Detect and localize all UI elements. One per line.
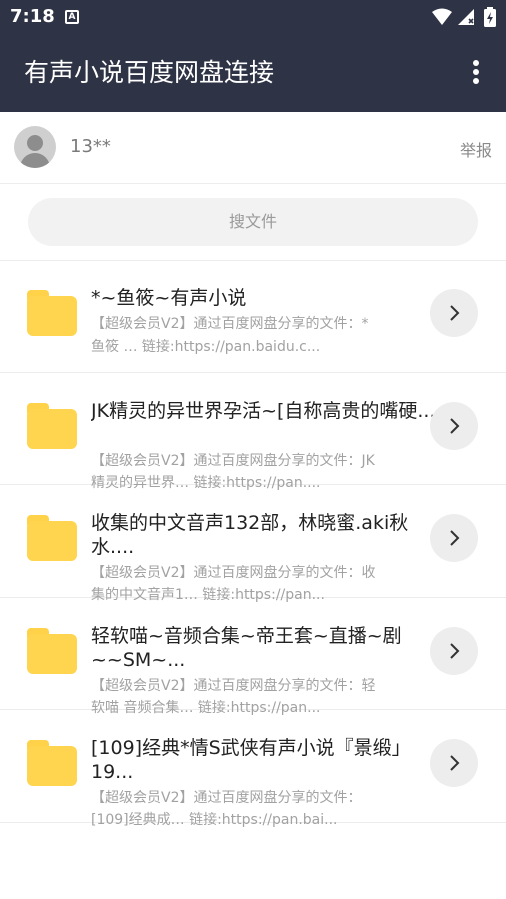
item-desc-line2: 鱼筱 … 链接:https://pan.baidu.c...	[91, 339, 321, 355]
app-screen: 7:18 A 有声小说百度网盘连接 13** 举报 搜文件 *~鱼筱~有声小说 …	[0, 0, 506, 899]
folder-icon	[27, 627, 77, 674]
list-item[interactable]: *~鱼筱~有声小说 【超级会员V2】通过百度网盘分享的文件：* 鱼筱 … 链接:…	[0, 260, 506, 373]
list-item[interactable]: JK精灵的异世界孕活~[自称高贵的嘴硬... 【超级会员V2】通过百度网盘分享的…	[0, 373, 506, 491]
chevron-right-icon	[450, 530, 460, 546]
item-desc-line1: 【超级会员V2】通过百度网盘分享的文件：*	[91, 316, 369, 332]
chevron-right-icon	[450, 755, 460, 771]
more-vert-icon[interactable]	[466, 58, 486, 88]
open-item-button[interactable]	[430, 401, 478, 450]
item-title: [109]经典*情S武侠有声小说『景缎」19...	[91, 737, 411, 783]
item-title: 收集的中文音声132部，林晓蜜.aki秋水....	[91, 512, 409, 558]
open-item-button[interactable]	[430, 739, 478, 787]
chevron-right-icon	[450, 305, 460, 321]
folder-icon	[27, 740, 77, 786]
file-list: *~鱼筱~有声小说 【超级会员V2】通过百度网盘分享的文件：* 鱼筱 … 链接:…	[0, 260, 506, 828]
avatar[interactable]	[14, 126, 56, 168]
item-desc-line1: 【超级会员V2】通过百度网盘分享的文件：JK	[91, 452, 375, 469]
status-time: 7:18	[10, 6, 55, 27]
folder-icon	[27, 515, 77, 561]
search-input[interactable]: 搜文件	[28, 198, 478, 246]
open-item-button[interactable]	[430, 514, 478, 562]
list-item[interactable]: 轻软喵~音频合集~帝王套~直播~剧~~SM~... 【超级会员V2】通过百度网盘…	[0, 598, 506, 716]
chevron-right-icon	[450, 417, 460, 434]
item-desc-line1: 【超级会员V2】通过百度网盘分享的文件：收	[91, 565, 376, 581]
item-title: JK精灵的异世界孕活~[自称高贵的嘴硬...	[91, 399, 436, 422]
page-title: 有声小说百度网盘连接	[24, 58, 275, 87]
status-bar: 7:18 A	[0, 0, 506, 36]
item-title: *~鱼筱~有声小说	[91, 287, 247, 309]
open-item-button[interactable]	[430, 289, 478, 337]
item-desc-line1: 【超级会员V2】通过百度网盘分享的文件：	[91, 790, 362, 806]
folder-icon	[27, 402, 77, 449]
list-item[interactable]: 收集的中文音声132部，林晓蜜.aki秋水.... 【超级会员V2】通过百度网盘…	[0, 485, 506, 603]
list-item[interactable]: [109]经典*情S武侠有声小说『景缎」19... 【超级会员V2】通过百度网盘…	[0, 710, 506, 828]
wifi-icon	[432, 8, 452, 25]
app-bar: 7:18 A 有声小说百度网盘连接	[0, 0, 506, 112]
notification-a-icon: A	[65, 10, 79, 24]
folder-icon	[27, 290, 77, 336]
signal-icon	[458, 9, 474, 25]
item-desc-line1: 【超级会员V2】通过百度网盘分享的文件：轻	[91, 677, 376, 694]
open-item-button[interactable]	[430, 626, 478, 675]
user-row: 13** 举报	[0, 112, 506, 184]
item-desc-line2: [109]经典成… 链接:https://pan.bai...	[91, 812, 338, 828]
report-button[interactable]: 举报	[460, 137, 492, 161]
user-name: 13**	[70, 136, 111, 157]
battery-charging-icon	[484, 7, 496, 27]
item-title: 轻软喵~音频合集~帝王套~直播~剧~~SM~...	[91, 624, 402, 671]
chevron-right-icon	[450, 642, 460, 659]
